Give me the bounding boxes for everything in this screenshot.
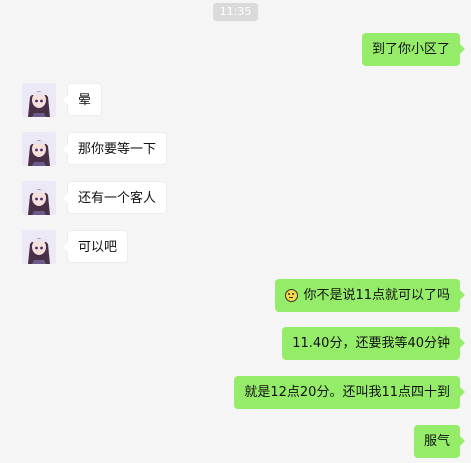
message-row: 那你要等一下 [0, 132, 471, 168]
message-row: 就是12点20分。还叫我11点四十到 [0, 376, 471, 412]
incoming-message-bubble[interactable]: 还有一个客人 [62, 181, 168, 214]
contact-avatar[interactable] [22, 83, 56, 117]
message-text: 你不是说11点就可以了吗 [303, 288, 450, 303]
annoyed-face-icon [285, 289, 299, 302]
incoming-message-bubble[interactable]: 晕 [62, 83, 103, 116]
contact-avatar[interactable] [22, 181, 56, 215]
message-row: 服气 [0, 425, 471, 461]
outgoing-message-bubble[interactable]: 你不是说11点就可以了吗 [275, 279, 465, 312]
message-row: 可以吧 [0, 230, 471, 266]
message-row: 到了你小区了 [0, 33, 471, 69]
incoming-message-bubble[interactable]: 可以吧 [62, 230, 129, 263]
outgoing-message-bubble[interactable]: 服气 [413, 425, 466, 458]
outgoing-message-bubble[interactable]: 就是12点20分。还叫我11点四十到 [234, 376, 465, 409]
contact-avatar[interactable] [22, 230, 56, 264]
message-row: 还有一个客人 [0, 181, 471, 217]
outgoing-message-bubble[interactable]: 11.40分，还要我等40分钟 [282, 327, 465, 360]
outgoing-message-bubble[interactable]: 到了你小区了 [361, 33, 466, 66]
message-row: 11.40分，还要我等40分钟 [0, 327, 471, 363]
contact-avatar[interactable] [22, 132, 56, 166]
incoming-message-bubble[interactable]: 那你要等一下 [62, 132, 168, 165]
chat-timestamp: 11:35 [212, 3, 259, 21]
message-row: 你不是说11点就可以了吗 [0, 279, 471, 315]
message-row: 晕 [0, 83, 471, 119]
